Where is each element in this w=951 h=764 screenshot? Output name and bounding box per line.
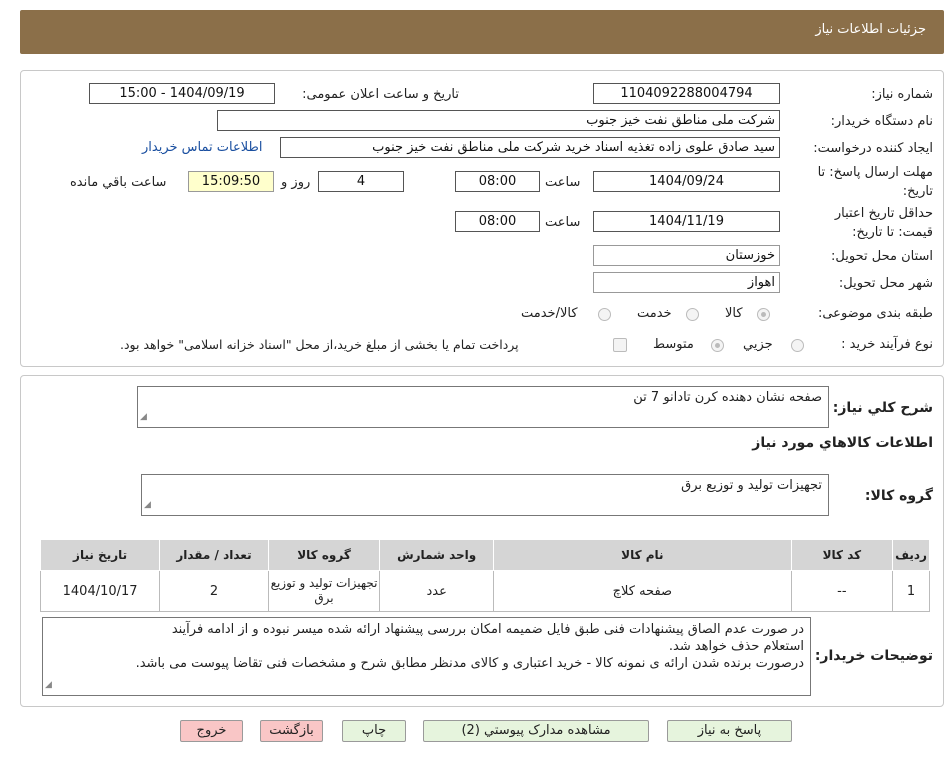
resize-grip-icon[interactable]: ◢ <box>144 497 151 514</box>
process-medium-radio[interactable] <box>711 339 724 352</box>
reply-button[interactable]: پاسخ به نیاز <box>667 720 792 742</box>
validity-label: حداقل تاریخ اعتبار <box>834 206 933 221</box>
buyer-notes-line-3: درصورت برنده شدن ارائه ی نمونه کالا - خر… <box>135 656 804 671</box>
summary-textarea[interactable]: صفحه نشان دهنده کرن تادانو 7 تن ◢ <box>137 386 829 428</box>
category-goods-label: کالا <box>725 306 743 321</box>
goods-group-label: گروه کالا: <box>864 488 933 504</box>
cell-qty: 2 <box>159 570 269 612</box>
validity-label-2: قیمت: تا تاریخ: <box>852 225 933 240</box>
summary-text: صفحه نشان دهنده کرن تادانو 7 تن <box>633 390 822 405</box>
buyer-field[interactable]: شرکت ملی مناطق نفت خیز جنوب <box>217 110 780 131</box>
table-header-row: رديف کد کالا نام کالا واحد شمارش گروه کا… <box>39 539 930 571</box>
goods-group-text: تجهیزات تولید و توزیع برق <box>681 478 822 493</box>
col-qty: تعداد / مقدار <box>159 539 269 571</box>
creator-label: ایجاد کننده درخواست: <box>813 141 933 156</box>
buyer-contact-link[interactable]: اطلاعات تماس خریدار <box>142 140 262 155</box>
days-label: روز و <box>281 175 311 190</box>
col-date: تاریخ نیاز <box>39 539 161 571</box>
process-minor-radio[interactable] <box>791 339 804 352</box>
view-attachments-button[interactable]: مشاهده مدارک پیوستي (2) <box>423 720 649 742</box>
deadline-label: مهلت ارسال پاسخ: تا <box>817 165 933 180</box>
process-label: نوع فرآیند خرید : <box>841 337 933 352</box>
deadline-time-field[interactable]: 08:00 <box>455 171 540 192</box>
cell-unit: عدد <box>379 570 495 612</box>
page-header: جزئیات اطلاعات نیاز <box>20 10 944 54</box>
cell-code: -- <box>790 570 894 612</box>
announce-field[interactable]: 1404/09/19 - 15:00 <box>89 83 275 104</box>
buyer-notes-line-2: استعلام حذف خواهد شد. <box>668 639 804 654</box>
deadline-label-2: تاریخ: <box>902 184 933 199</box>
category-both-label: کالا/خدمت <box>521 306 578 321</box>
remaining-time-field: 15:09:50 <box>188 171 274 192</box>
goods-info-title: اطلاعات کالاهاي مورد نياز <box>752 435 933 451</box>
goods-group-textarea[interactable]: تجهیزات تولید و توزیع برق ◢ <box>141 474 829 516</box>
validity-time-field[interactable]: 08:00 <box>455 211 540 232</box>
col-name: نام کالا <box>493 539 792 571</box>
buyer-notes-label: توضیحات خریدار: <box>814 648 933 664</box>
back-button[interactable]: بازگشت <box>260 720 323 742</box>
validity-time-label: ساعت <box>545 215 581 230</box>
category-service-radio[interactable] <box>686 308 699 321</box>
process-minor-label: جزیي <box>743 337 773 352</box>
validity-date-field[interactable]: 1404/11/19 <box>593 211 780 232</box>
resize-grip-icon[interactable]: ◢ <box>45 677 52 694</box>
treasury-payment-checkbox[interactable] <box>613 338 627 352</box>
goods-table: رديف کد کالا نام کالا واحد شمارش گروه کا… <box>39 539 930 612</box>
need-number-label: شماره نیاز: <box>871 87 933 102</box>
col-code: کد کالا <box>790 539 894 571</box>
buyer-notes-textarea[interactable]: در صورت عدم الصاق پیشنهادات فنی طبق فایل… <box>42 617 811 696</box>
deadline-time-label: ساعت <box>545 175 581 190</box>
cell-date: 1404/10/17 <box>39 570 161 612</box>
resize-grip-icon[interactable]: ◢ <box>140 409 147 426</box>
col-group: گروه کالا <box>267 539 381 571</box>
creator-field[interactable]: سید صادق علوی زاده تغذیه اسناد خرید شرکت… <box>280 137 780 158</box>
deadline-date-field[interactable]: 1404/09/24 <box>593 171 780 192</box>
summary-label: شرح کلي نياز: <box>832 400 933 416</box>
need-number-field[interactable]: 1104092288004794 <box>593 83 780 104</box>
cell-name: صفحه کلاچ <box>493 570 792 612</box>
page-title: جزئیات اطلاعات نیاز <box>815 22 926 37</box>
buyer-label: نام دستگاه خریدار: <box>830 114 933 129</box>
province-field[interactable]: خوزستان <box>593 245 780 266</box>
remaining-label: ساعت باقي مانده <box>70 175 167 190</box>
print-button[interactable]: چاپ <box>342 720 406 742</box>
cell-row: 1 <box>892 570 930 612</box>
cell-group: تجهیزات تولید و توزیع برق <box>267 570 381 612</box>
category-both-radio[interactable] <box>598 308 611 321</box>
days-field[interactable]: 4 <box>318 171 404 192</box>
province-label: استان محل تحویل: <box>831 249 933 264</box>
exit-button[interactable]: خروج <box>180 720 243 742</box>
table-row[interactable]: 1 -- صفحه کلاچ عدد تجهیزات تولید و توزیع… <box>39 570 930 612</box>
col-row: رديف <box>892 539 930 571</box>
process-medium-label: متوسط <box>653 337 694 352</box>
buyer-notes-line-1: در صورت عدم الصاق پیشنهادات فنی طبق فایل… <box>171 622 804 637</box>
city-label: شهر محل تحویل: <box>838 276 933 291</box>
category-label: طبقه بندی موضوعی: <box>817 306 933 321</box>
announce-label: تاریخ و ساعت اعلان عمومی: <box>302 87 459 102</box>
category-service-label: خدمت <box>637 306 672 321</box>
city-field[interactable]: اهواز <box>593 272 780 293</box>
category-goods-radio[interactable] <box>757 308 770 321</box>
treasury-payment-note: پرداخت تمام یا بخشی از مبلغ خرید،از محل … <box>120 337 519 352</box>
col-unit: واحد شمارش <box>379 539 495 571</box>
